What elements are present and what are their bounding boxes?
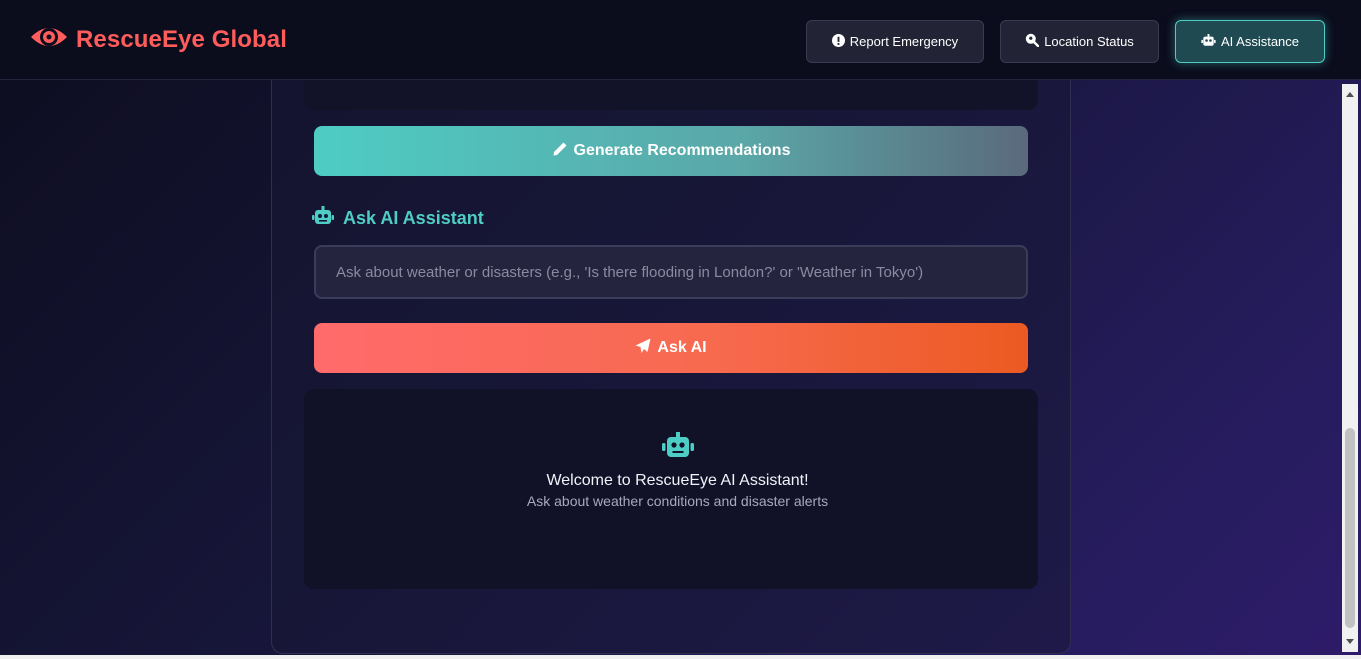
eye-icon — [30, 22, 68, 57]
robot-icon — [661, 432, 694, 463]
robot-icon — [1201, 33, 1216, 50]
ask-ai-section-title: Ask AI Assistant — [312, 206, 484, 231]
report-emergency-button[interactable]: Report Emergency — [806, 20, 984, 63]
paper-plane-icon — [635, 338, 651, 359]
ask-ai-title-label: Ask AI Assistant — [343, 208, 484, 228]
welcome-subtitle: Ask about weather conditions and disaste… — [526, 493, 829, 509]
location-status-label: Location Status — [1044, 34, 1134, 49]
location-status-button[interactable]: Location Status — [1000, 20, 1159, 63]
brand[interactable]: RescueEye Global — [30, 22, 287, 57]
scroll-up-arrow-icon[interactable] — [1346, 92, 1354, 97]
report-emergency-label: Report Emergency — [849, 34, 959, 49]
ask-ai-input[interactable] — [314, 245, 1028, 299]
ask-ai-button[interactable]: Ask AI — [314, 323, 1028, 373]
scroll-thumb[interactable] — [1345, 428, 1355, 628]
ask-ai-label: Ask AI — [657, 339, 707, 356]
welcome-title: Welcome to RescueEye AI Assistant! — [546, 472, 809, 489]
brand-title: RescueEye Global — [76, 25, 288, 53]
ai-assistance-button[interactable]: AI Assistance — [1175, 20, 1325, 63]
pencil-icon — [552, 141, 568, 162]
top-navbar: RescueEye Global Report Emergency Locati… — [0, 0, 1361, 80]
ai-assistance-label: AI Assistance — [1220, 34, 1300, 49]
welcome-message: Welcome to RescueEye AI Assistant! Ask a… — [304, 432, 1051, 510]
scroll-down-arrow-icon[interactable] — [1346, 639, 1354, 644]
window-bottom-edge — [0, 655, 1361, 659]
generate-recommendations-label: Generate Recommendations — [573, 142, 791, 159]
vertical-scrollbar[interactable] — [1342, 84, 1358, 652]
generate-recommendations-button[interactable]: Generate Recommendations — [314, 126, 1028, 176]
exclamation-circle-icon — [831, 33, 845, 50]
robot-icon — [312, 206, 334, 231]
search-location-icon — [1025, 33, 1040, 50]
